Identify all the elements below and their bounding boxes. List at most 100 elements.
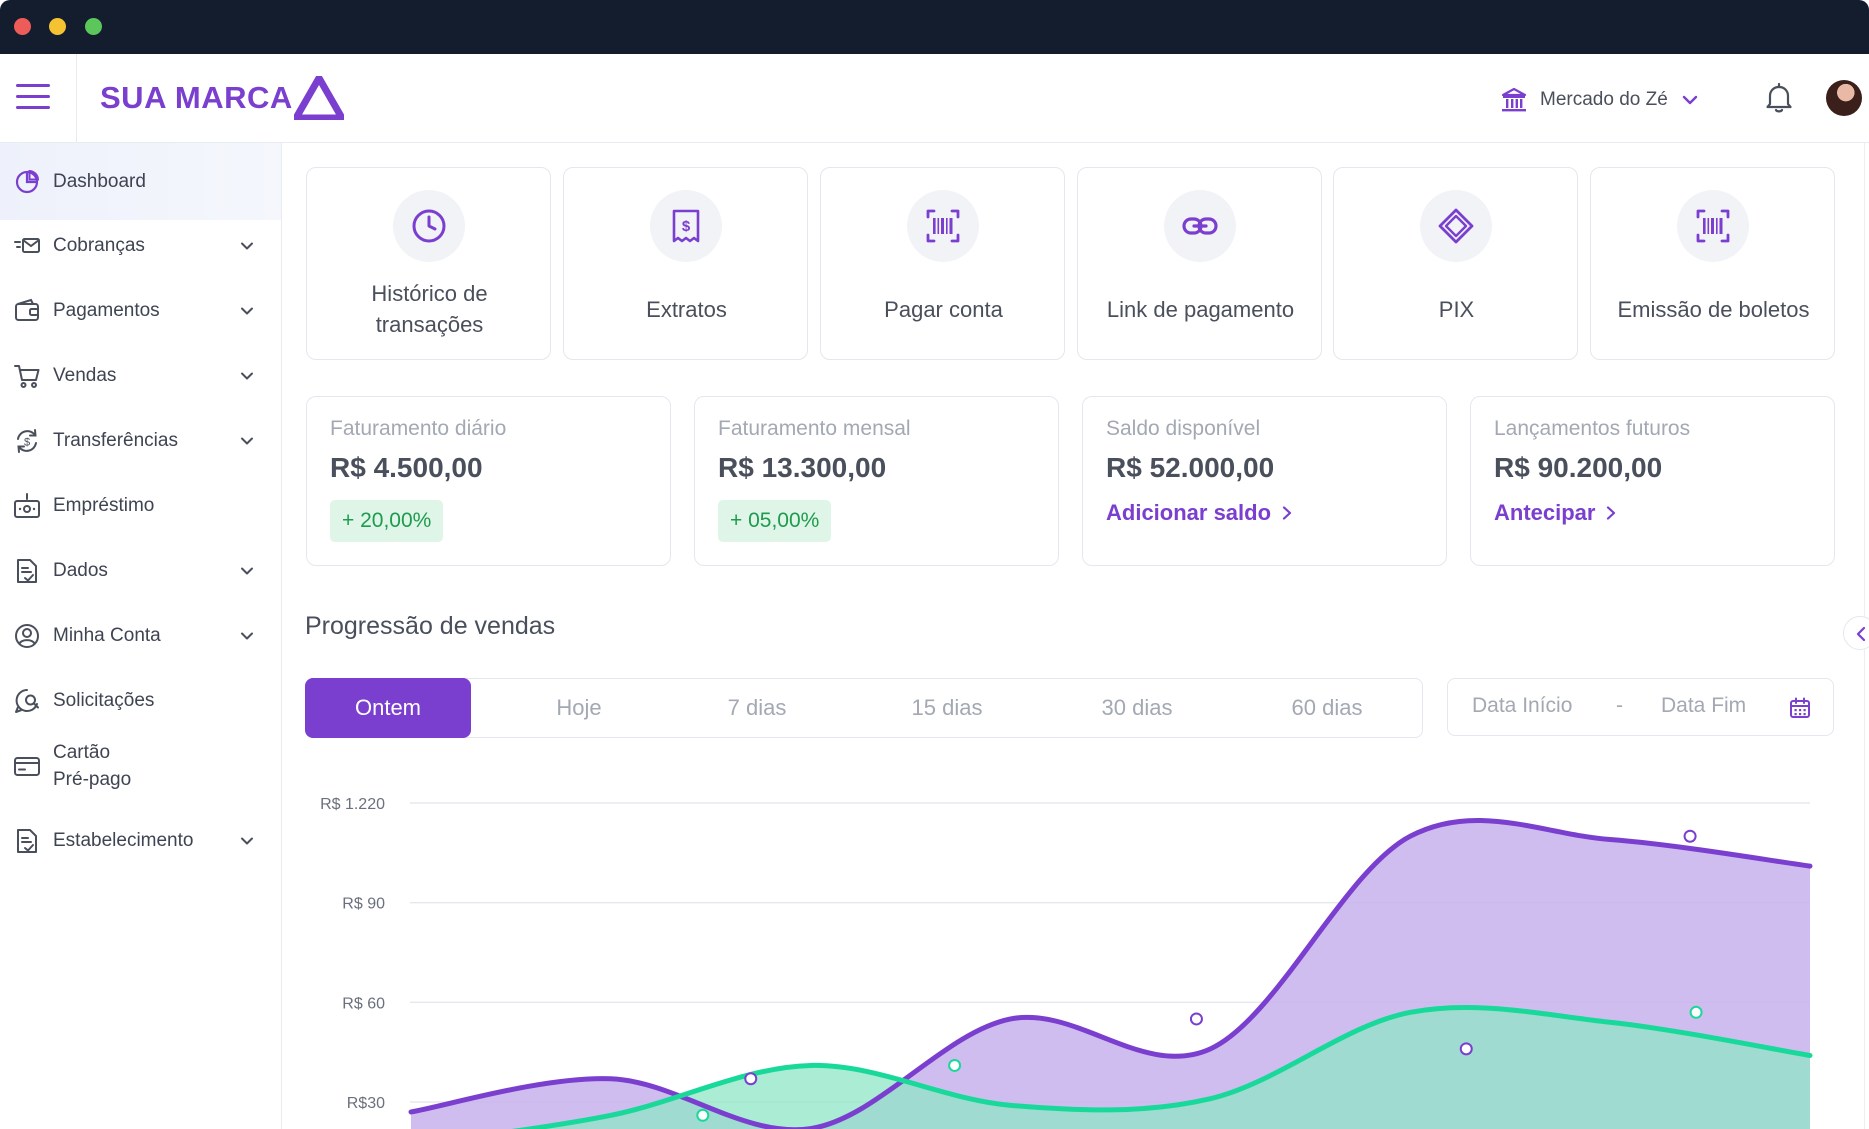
calendar-icon[interactable] (1788, 696, 1812, 720)
fast-mail-icon (14, 237, 40, 253)
organization-select[interactable]: Mercado do Zé (1500, 82, 1700, 118)
chevron-down-icon (241, 837, 253, 844)
receipt-icon: $ (672, 209, 700, 243)
range-tab-ontem[interactable]: Ontem (305, 678, 471, 738)
growth-badge: + 20,00% (330, 500, 444, 542)
cart-icon (13, 362, 41, 390)
data-point[interactable] (696, 1108, 710, 1122)
chevron-down-icon (241, 372, 253, 379)
stat-card: Lançamentos futuros R$ 90.200,00 Antecipar (1470, 396, 1835, 566)
user-circle-icon (15, 623, 39, 648)
range-tab-60-dias[interactable]: 60 dias (1232, 679, 1422, 737)
pix-icon (1438, 208, 1474, 244)
sales-section-title: Progressão de vendas (305, 612, 556, 640)
quick-action-label: PIX (1438, 296, 1475, 322)
stat-card: Faturamento diário R$ 4.500,00 + 20,00% (306, 396, 671, 566)
range-tab-hoje[interactable]: Hoje (472, 679, 686, 737)
cart-icon (14, 364, 40, 388)
stat-value: R$ 90.200,00 (1494, 452, 1663, 483)
quick-action-pix[interactable]: PIX (1333, 167, 1578, 360)
transfer-cycle-icon: $ (17, 428, 37, 453)
top-header: SUA MARCA Mercado do Zé (0, 54, 1869, 143)
stat-title: Lançamentos futuros (1494, 417, 1691, 440)
bank-icon (1501, 87, 1527, 112)
date-range-picker[interactable]: Data Início - Data Fim (1447, 678, 1834, 736)
range-tab-7-dias[interactable]: 7 dias (662, 679, 852, 737)
sidebar-item-cartao-pre-pago[interactable]: Cartão Pré-pago (0, 716, 281, 816)
chevron-right-icon (1282, 506, 1292, 520)
quick-action-historico-de-transacoes[interactable]: Histórico de transações (306, 167, 551, 360)
money-box-icon (14, 492, 40, 518)
bell-icon[interactable] (1764, 82, 1794, 114)
card-icon (14, 757, 40, 776)
quick-action-icon-circle (907, 190, 979, 262)
quick-action-icon-circle: $ (650, 190, 722, 262)
collapse-panel-button[interactable] (1843, 616, 1869, 650)
wallet-icon (15, 298, 39, 321)
hamburger-menu-icon[interactable] (16, 84, 50, 110)
quick-action-link-de-pagamento[interactable]: Link de pagamento (1077, 167, 1322, 360)
stat-link[interactable]: Antecipar (1494, 500, 1617, 526)
data-point[interactable] (1189, 1012, 1203, 1026)
window-titlebar (0, 0, 1869, 54)
document-check-icon (13, 827, 41, 855)
window-close-button[interactable] (14, 18, 31, 35)
chevron-left-icon (1856, 626, 1866, 642)
sales-chart-svg: R$ 1.220 R$ 90 R$ 60 R$30 (320, 796, 1813, 1129)
quick-action-label: Pagar conta (884, 296, 1003, 322)
range-tab-15-dias[interactable]: 15 dias (852, 679, 1042, 737)
stat-card: Saldo disponível R$ 52.000,00 Adicionar sa… (1082, 396, 1447, 566)
sidebar-item-estabelecimento[interactable]: Estabelecimento (0, 802, 281, 879)
header-divider (76, 54, 77, 143)
window-maximize-button[interactable] (85, 18, 102, 35)
sidebar-item-label: Minha Conta (53, 625, 161, 646)
window-minimize-button[interactable] (49, 18, 66, 35)
user-circle-icon (13, 622, 41, 650)
data-point[interactable] (744, 1072, 758, 1086)
range-tabs: Ontem Hoje 7 dias 15 dias 30 dias 60 dias (305, 678, 1423, 738)
stat-value: R$ 4.500,00 (330, 452, 483, 483)
chat-search-icon (13, 687, 41, 715)
sidebar-item-label: Pagamentos (53, 300, 160, 321)
chevron-down-icon (1682, 95, 1697, 105)
link-icon (1182, 217, 1218, 235)
data-point[interactable] (948, 1058, 962, 1072)
sidebar-item-label: Vendas (53, 365, 117, 386)
sidebar-item-label: Empréstimo (53, 495, 155, 516)
quick-action-label: Link de pagamento (1106, 296, 1295, 322)
quick-action-emissao-de-boletos[interactable]: Emissão de boletos (1590, 167, 1835, 360)
y-tick-label: R$30 (347, 1095, 385, 1112)
chevron-right-icon (1607, 506, 1616, 520)
quick-action-icon-circle (1164, 190, 1236, 262)
user-avatar[interactable] (1826, 80, 1862, 116)
data-point[interactable] (1689, 1005, 1703, 1019)
fast-mail-icon (13, 232, 41, 260)
chevron-down-icon (241, 567, 253, 574)
quick-action-icon-circle (1677, 190, 1749, 262)
sidebar-item-label: Transferências (53, 430, 178, 451)
stat-value: R$ 52.000,00 (1106, 452, 1275, 483)
y-tick-label: R$ 1.220 (320, 796, 385, 813)
card-icon (13, 752, 41, 780)
money-box-icon (13, 492, 41, 520)
stat-link-label: Adicionar saldo (1106, 500, 1272, 525)
quick-action-label: Histórico de transações (371, 281, 488, 337)
organization-name: Mercado do Zé (1540, 89, 1668, 110)
triangle-logo-icon (294, 76, 344, 120)
date-end-input[interactable]: Data Fim (1661, 694, 1746, 718)
date-start-input[interactable]: Data Início (1472, 694, 1572, 718)
data-point[interactable] (1683, 829, 1697, 843)
chevron-down-icon (241, 632, 253, 639)
pie-chart-icon (13, 168, 41, 196)
wallet-icon (13, 297, 41, 325)
quick-action-pagar-conta[interactable]: Pagar conta (820, 167, 1065, 360)
data-point[interactable] (1459, 1042, 1473, 1056)
range-tab-30-dias[interactable]: 30 dias (1042, 679, 1232, 737)
quick-action-extratos[interactable]: $ Extratos (563, 167, 808, 360)
stat-link-label: Antecipar (1494, 500, 1596, 525)
sidebar-item-label: Estabelecimento (53, 830, 194, 851)
stat-link[interactable]: Adicionar saldo (1106, 500, 1293, 526)
quick-action-icon-circle (393, 190, 465, 262)
sidebar-item-label: Cobranças (53, 235, 145, 256)
sidebar-item-label: Dados (53, 560, 108, 581)
